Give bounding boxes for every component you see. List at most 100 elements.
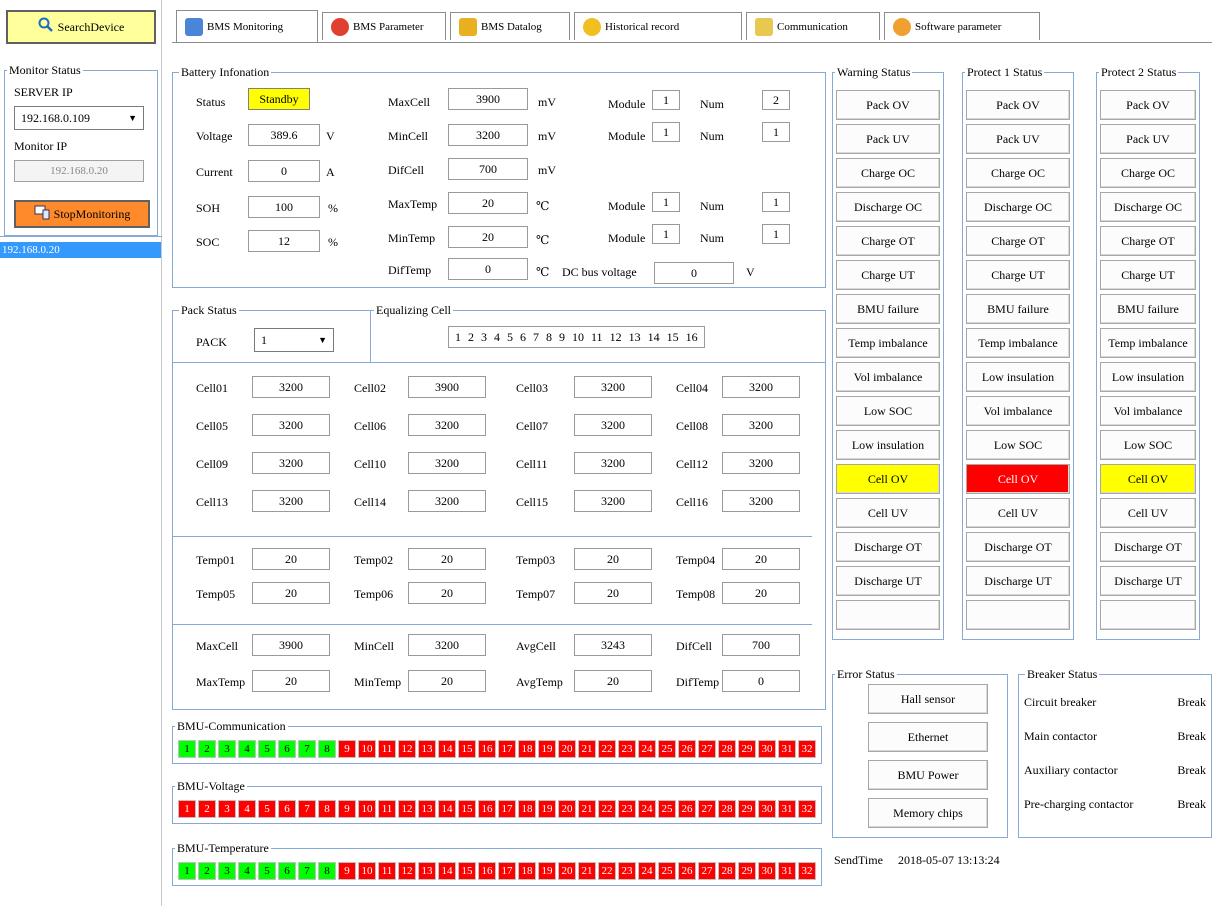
status-button[interactable]: Cell UV [836, 498, 940, 528]
status-button[interactable]: Charge OC [1100, 158, 1196, 188]
status-button[interactable]: Discharge UT [966, 566, 1070, 596]
left-divider [161, 0, 162, 906]
status-button[interactable]: Cell UV [966, 498, 1070, 528]
status-button[interactable]: Discharge OC [966, 192, 1070, 222]
status-button[interactable]: Cell UV [1100, 498, 1196, 528]
bmu-cell: 12 [398, 740, 416, 758]
bmu-cell: 32 [798, 740, 816, 758]
bmu-cell: 10 [358, 862, 376, 880]
status-button[interactable]: Discharge UT [1100, 566, 1196, 596]
stop-monitoring-button[interactable]: StopMonitoring [14, 200, 150, 228]
maxcell-module-label: Module [608, 97, 646, 111]
grid-label: Temp04 [676, 553, 716, 567]
status-button[interactable] [836, 600, 940, 630]
tab-software-parameter[interactable]: Software parameter [884, 12, 1040, 40]
grid-label: Temp03 [516, 553, 556, 567]
status-button[interactable]: Cell OV [1100, 464, 1196, 494]
status-button[interactable]: Discharge OT [836, 532, 940, 562]
pack-equalizing-divider [370, 310, 371, 362]
status-button[interactable]: Charge UT [966, 260, 1070, 290]
status-button[interactable]: Temp imbalance [836, 328, 940, 358]
status-button[interactable]: Charge UT [1100, 260, 1196, 290]
status-button[interactable]: BMU failure [836, 294, 940, 324]
status-button[interactable]: Pack OV [836, 90, 940, 120]
status-button[interactable]: Low insulation [966, 362, 1070, 392]
status-button[interactable]: Discharge OT [1100, 532, 1196, 562]
bmu-cell: 24 [638, 862, 656, 880]
error-status-button[interactable]: Memory chips [868, 798, 988, 828]
grid-label: Cell10 [354, 457, 386, 471]
bmu-cell: 22 [598, 862, 616, 880]
tab-bms-parameter[interactable]: BMS Parameter [322, 12, 446, 40]
grid-value: 3200 [252, 414, 330, 436]
status-button[interactable]: Cell OV [836, 464, 940, 494]
status-button[interactable]: Pack UV [966, 124, 1070, 154]
pack-select[interactable]: 1 ▼ [254, 328, 334, 352]
grid-label: MinTemp [354, 675, 402, 689]
mintemp-unit: ℃ [536, 233, 550, 247]
server-ip-value: 192.168.0.109 [21, 110, 90, 125]
status-button[interactable]: Vol imbalance [836, 362, 940, 392]
error-status-title: Error Status [835, 667, 897, 681]
status-button[interactable]: Low SOC [1100, 430, 1196, 460]
bmu-cell: 25 [658, 800, 676, 818]
bmu-cell: 13 [418, 740, 436, 758]
status-button[interactable]: Vol imbalance [966, 396, 1070, 426]
server-ip-select[interactable]: 192.168.0.109 ▼ [14, 106, 144, 130]
status-button[interactable]: Charge UT [836, 260, 940, 290]
bmu-cell: 2 [198, 862, 216, 880]
grid-value: 3200 [408, 490, 486, 512]
status-button[interactable]: Discharge UT [836, 566, 940, 596]
status-button[interactable] [966, 600, 1070, 630]
status-button[interactable]: Discharge OC [1100, 192, 1196, 222]
status-button[interactable]: Charge OT [1100, 226, 1196, 256]
status-button[interactable]: Charge OT [836, 226, 940, 256]
status-button[interactable]: Discharge OC [836, 192, 940, 222]
status-button[interactable]: Charge OC [966, 158, 1070, 188]
bmu-cell: 31 [778, 862, 796, 880]
status-button[interactable]: Cell OV [966, 464, 1070, 494]
grid-label: Cell13 [196, 495, 228, 509]
mincell-module-field: 1 [652, 122, 680, 142]
status-button[interactable]: Pack UV [1100, 124, 1196, 154]
status-button[interactable]: Temp imbalance [966, 328, 1070, 358]
error-status-button[interactable]: Hall sensor [868, 684, 988, 714]
status-button[interactable]: Temp imbalance [1100, 328, 1196, 358]
error-status-button[interactable]: Ethernet [868, 722, 988, 752]
tab-bms-monitoring[interactable]: BMS Monitoring [176, 10, 318, 42]
status-button[interactable]: Pack OV [1100, 90, 1196, 120]
status-button[interactable]: BMU failure [1100, 294, 1196, 324]
equalizing-cell-number: 12 [609, 329, 622, 344]
status-button[interactable]: Pack OV [966, 90, 1070, 120]
status-button[interactable] [1100, 600, 1196, 630]
grid-value: 3200 [722, 414, 800, 436]
status-button[interactable]: Charge OT [966, 226, 1070, 256]
tab-historical-record[interactable]: Historical record [574, 12, 742, 40]
status-button[interactable]: Low SOC [836, 396, 940, 426]
breaker-label: Circuit breaker [1024, 695, 1097, 709]
temperature-grid: Temp01 20 Temp02 20 Temp03 20 Temp04 20 Temp05 20… [172, 544, 826, 620]
bmu-cell: 7 [298, 800, 316, 818]
status-button[interactable]: Low insulation [836, 430, 940, 460]
status-button[interactable]: Pack UV [836, 124, 940, 154]
monitor-ip-label: Monitor IP [14, 139, 68, 153]
status-button[interactable]: Low insulation [1100, 362, 1196, 392]
status-button[interactable]: Discharge OT [966, 532, 1070, 562]
bmu-communication-strip: 1 2 3 4 5 6 7 8 9 10 11 12 13 14 15 16 17 18 19 20 21 22 23 24 2… [176, 738, 818, 760]
mintemp-label: MinTemp [388, 231, 436, 245]
status-button[interactable]: Charge OC [836, 158, 940, 188]
bmu-cell: 17 [498, 800, 516, 818]
grid-value: 3200 [252, 490, 330, 512]
bmu-cell: 10 [358, 740, 376, 758]
error-status-button[interactable]: BMU Power [868, 760, 988, 790]
status-button[interactable]: BMU failure [966, 294, 1070, 324]
bmu-cell: 11 [378, 862, 396, 880]
search-device-button[interactable]: SearchDevice [6, 10, 156, 44]
tab-bms-datalog[interactable]: BMS Datalog [450, 12, 570, 40]
device-list-item[interactable]: 192.168.0.20 [0, 242, 162, 258]
status-button[interactable]: Low SOC [966, 430, 1070, 460]
grid-label: Cell16 [676, 495, 708, 509]
status-button[interactable]: Vol imbalance [1100, 396, 1196, 426]
mincell-num-field: 1 [762, 122, 790, 142]
tab-communication[interactable]: Communication [746, 12, 880, 40]
